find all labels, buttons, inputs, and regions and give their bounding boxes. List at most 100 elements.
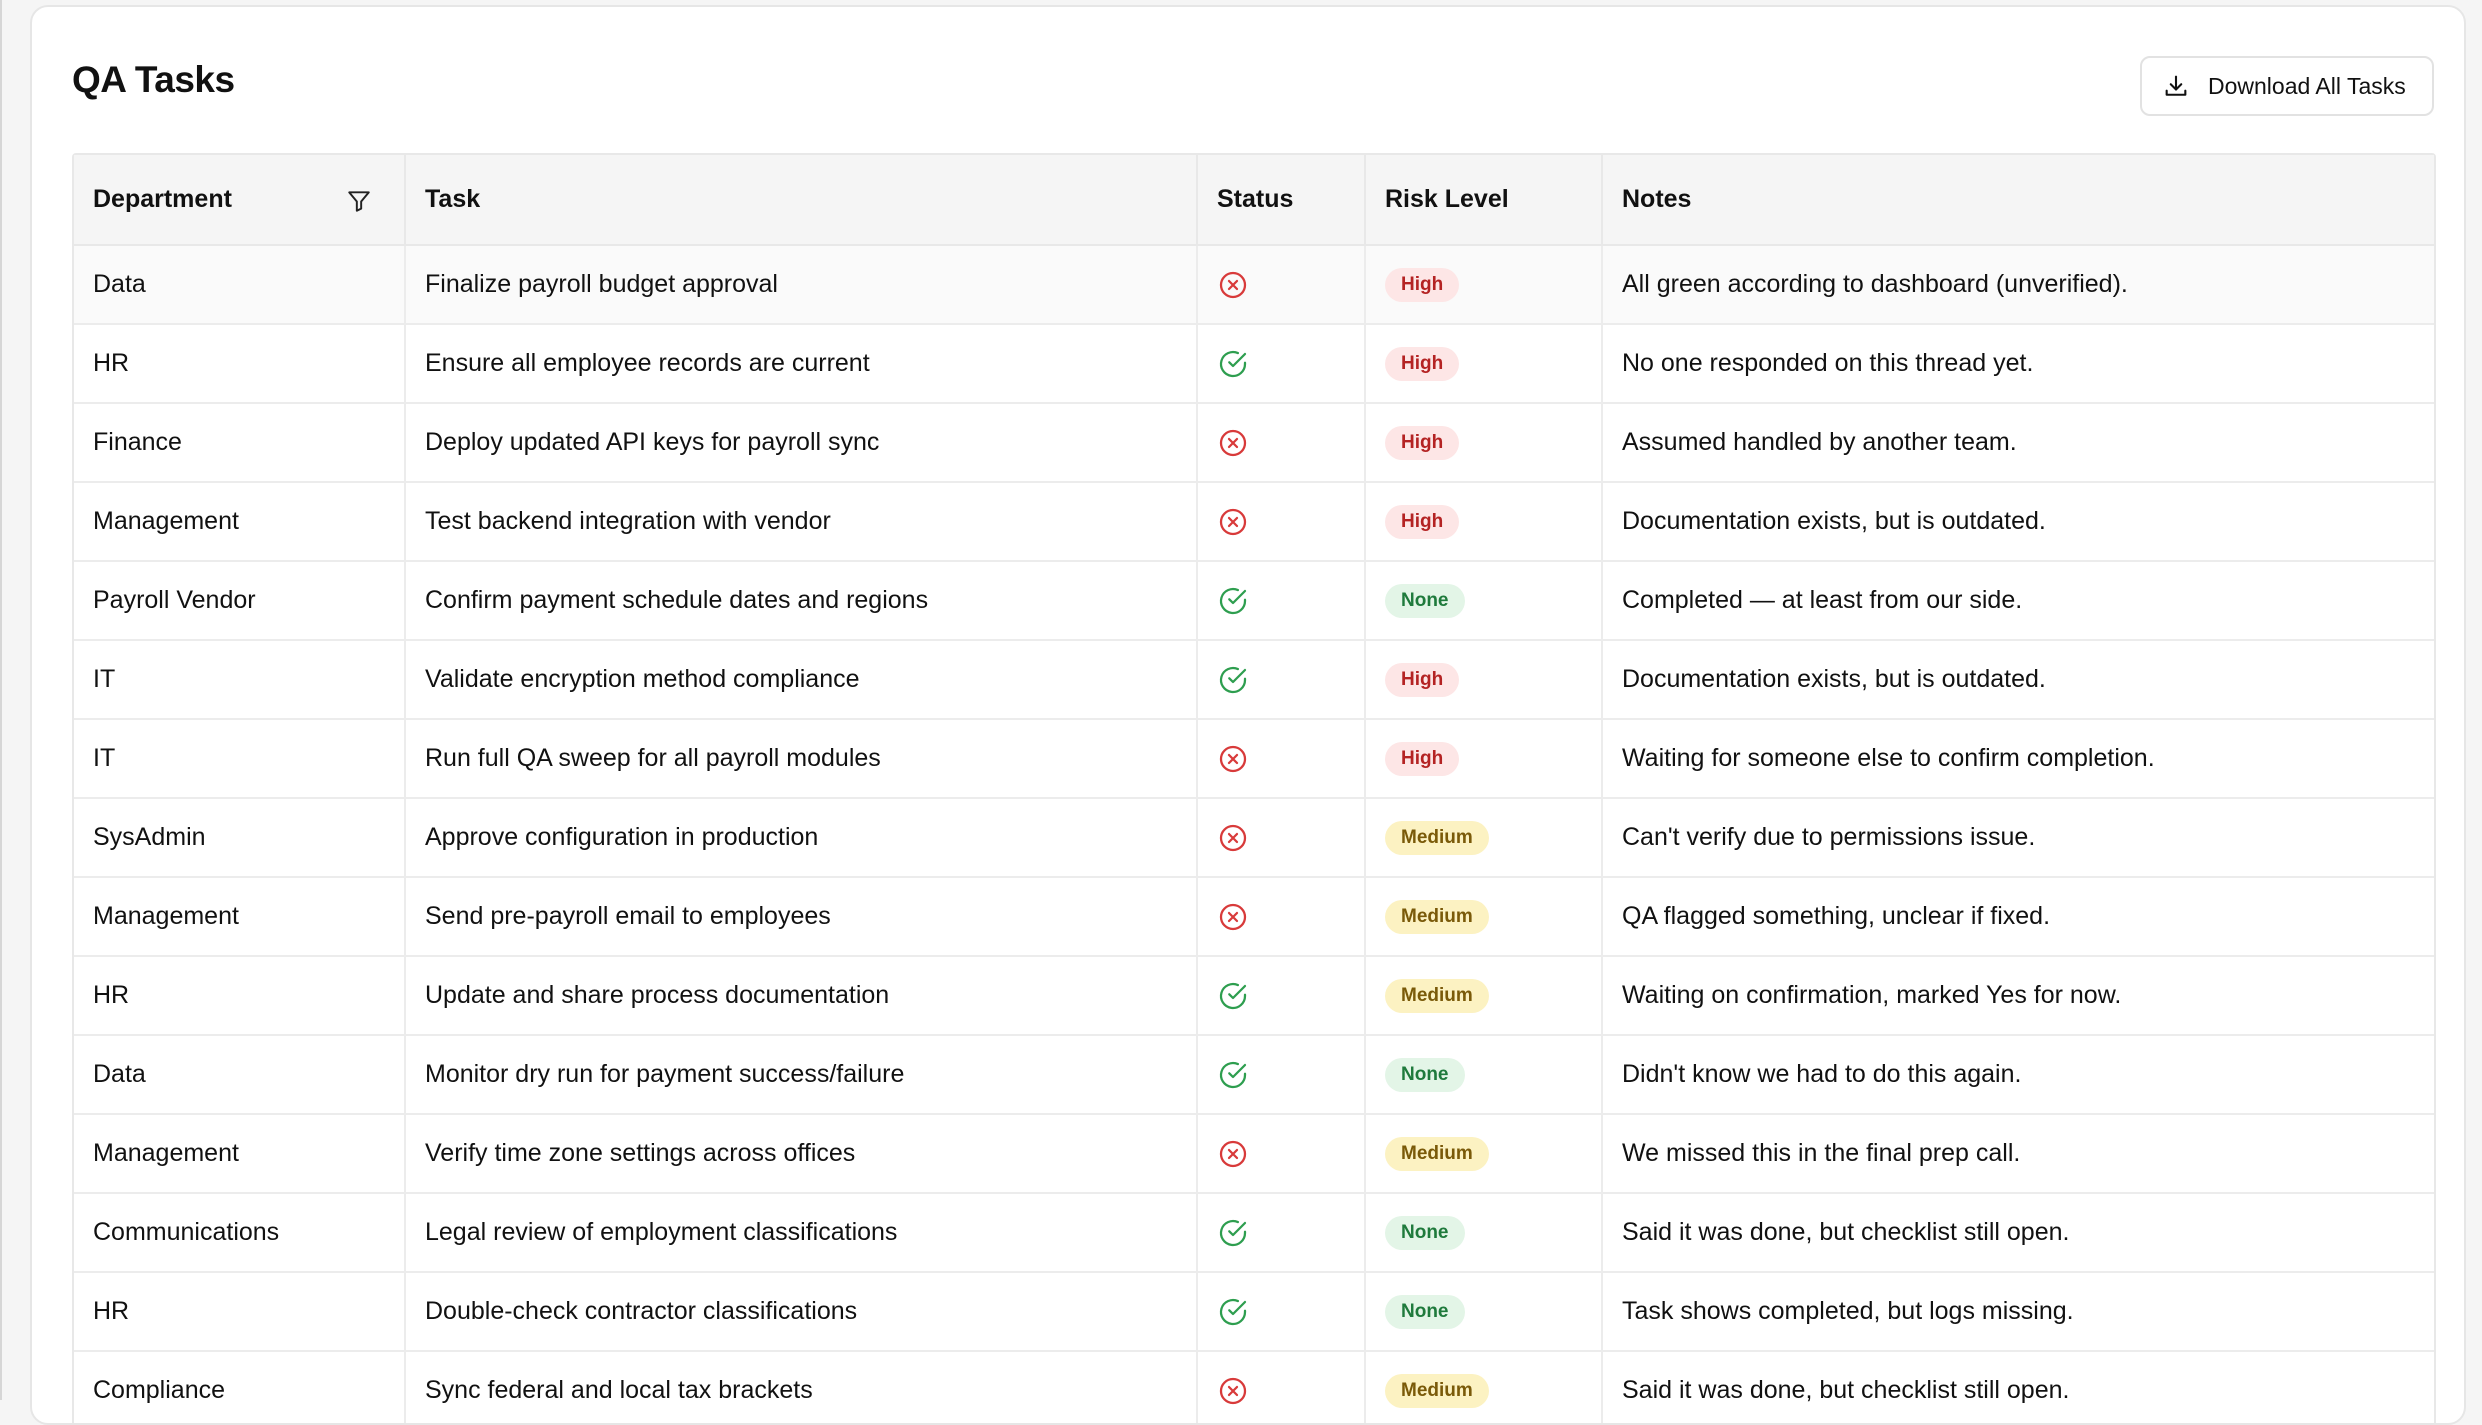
risk-level-cell: High [1365,403,1603,483]
risk-level-cell: Medium [1365,798,1603,878]
notes-cell: Documentation exists, but is outdated. [1602,482,2434,562]
table-row[interactable]: Management Verify time zone settings acro… [74,1114,2434,1194]
notes-cell: Didn't know we had to do this again. [1602,1035,2434,1115]
risk-badge: High [1385,504,1460,539]
x-circle-icon [1217,427,1249,456]
task-cell: Verify time zone settings across offices [405,1114,1198,1194]
check-circle-icon [1217,348,1249,377]
column-header-task[interactable]: Task [405,155,1198,246]
risk-level-cell: Medium [1365,877,1603,957]
column-header-status[interactable]: Status [1197,155,1366,246]
table-row[interactable]: HR Ensure all employee records are curren… [74,324,2434,404]
risk-badge: None [1385,1294,1465,1329]
notes-cell: Waiting on confirmation, marked Yes for … [1602,956,2434,1036]
check-circle-icon [1217,1217,1249,1246]
x-circle-icon [1217,269,1249,298]
risk-badge: Medium [1385,978,1489,1013]
table-row[interactable]: Data Finalize payroll budget approval High… [74,245,2434,325]
risk-badge: None [1385,1057,1465,1092]
status-cell [1197,956,1366,1036]
risk-level-cell: None [1365,1193,1603,1273]
table-row[interactable]: SysAdmin Approve configuration in product… [74,798,2434,878]
table-header-row: Department Task Status Risk Level Notes [74,155,2434,246]
department-cell: Data [74,245,406,325]
notes-cell: Documentation exists, but is outdated. [1602,640,2434,720]
x-circle-icon [1217,1138,1249,1167]
table-row[interactable]: Communications Legal review of employment… [74,1193,2434,1273]
notes-cell: Waiting for someone else to confirm comp… [1602,719,2434,799]
table-row[interactable]: IT Run full QA sweep for all payroll modu… [74,719,2434,799]
department-cell: Communications [74,1193,406,1273]
table-row[interactable]: Data Monitor dry run for payment success/… [74,1035,2434,1115]
status-cell [1197,1114,1366,1194]
table-row[interactable]: Payroll Vendor Confirm payment schedule d… [74,561,2434,641]
x-circle-icon [1217,822,1249,851]
notes-cell: All green according to dashboard (unveri… [1602,245,2434,325]
table-body: Data Finalize payroll budget approval High… [74,245,2434,1423]
status-cell [1197,324,1366,404]
x-circle-icon [1217,901,1249,930]
notes-cell: Task shows completed, but logs missing. [1602,1272,2434,1352]
check-circle-icon [1217,664,1249,693]
table-row[interactable]: Management Send pre-payroll email to empl… [74,877,2434,957]
notes-cell: Assumed handled by another team. [1602,403,2434,483]
risk-badge: High [1385,346,1460,381]
notes-cell: We missed this in the final prep call. [1602,1114,2434,1194]
task-cell: Test backend integration with vendor [405,482,1198,562]
risk-level-cell: None [1365,1272,1603,1352]
department-cell: Compliance [74,1351,406,1423]
check-circle-icon [1217,1059,1249,1088]
task-cell: Double-check contractor classifications [405,1272,1198,1352]
filter-icon[interactable] [346,188,372,214]
table-row[interactable]: Finance Deploy updated API keys for payro… [74,403,2434,483]
tasks-table: Department Task Status Risk Level Notes … [72,153,2436,1423]
qa-tasks-card: QA Tasks Download All Tasks Department T… [30,5,2466,1425]
status-cell [1197,1035,1366,1115]
status-cell [1197,561,1366,641]
status-cell [1197,640,1366,720]
risk-badge: High [1385,741,1460,776]
risk-badge: Medium [1385,1136,1489,1171]
risk-badge: Medium [1385,820,1489,855]
task-cell: Confirm payment schedule dates and regio… [405,561,1198,641]
task-cell: Deploy updated API keys for payroll sync [405,403,1198,483]
task-cell: Update and share process documentation [405,956,1198,1036]
risk-badge: High [1385,662,1460,697]
task-cell: Ensure all employee records are current [405,324,1198,404]
department-cell: HR [74,956,406,1036]
status-cell [1197,1351,1366,1423]
download-all-tasks-button[interactable]: Download All Tasks [2140,56,2434,116]
x-circle-icon [1217,506,1249,535]
task-cell: Legal review of employment classificatio… [405,1193,1198,1273]
task-cell: Finalize payroll budget approval [405,245,1198,325]
status-cell [1197,403,1366,483]
column-header-department[interactable]: Department [74,155,406,246]
department-cell: Management [74,482,406,562]
status-cell [1197,245,1366,325]
card-header: QA Tasks Download All Tasks [32,7,2464,157]
table-row[interactable]: IT Validate encryption method compliance H… [74,640,2434,720]
status-cell [1197,719,1366,799]
risk-badge: None [1385,583,1465,618]
table-row[interactable]: Compliance Sync federal and local tax bra… [74,1351,2434,1423]
table-row[interactable]: HR Double-check contractor classification… [74,1272,2434,1352]
notes-cell: No one responded on this thread yet. [1602,324,2434,404]
risk-level-cell: Medium [1365,1351,1603,1423]
notes-cell: Said it was done, but checklist still op… [1602,1351,2434,1423]
task-cell: Run full QA sweep for all payroll module… [405,719,1198,799]
task-cell: Send pre-payroll email to employees [405,877,1198,957]
window-edge [0,0,2,1400]
download-icon [2162,72,2190,100]
table-row[interactable]: Management Test backend integration with … [74,482,2434,562]
table-row[interactable]: HR Update and share process documentation… [74,956,2434,1036]
risk-level-cell: None [1365,561,1603,641]
risk-badge: None [1385,1215,1465,1250]
department-cell: Management [74,877,406,957]
department-cell: Management [74,1114,406,1194]
task-cell: Sync federal and local tax brackets [405,1351,1198,1423]
column-header-risk-level[interactable]: Risk Level [1365,155,1603,246]
status-cell [1197,1193,1366,1273]
risk-badge: Medium [1385,1373,1489,1408]
column-header-notes[interactable]: Notes [1602,155,2434,246]
risk-level-cell: Medium [1365,956,1603,1036]
